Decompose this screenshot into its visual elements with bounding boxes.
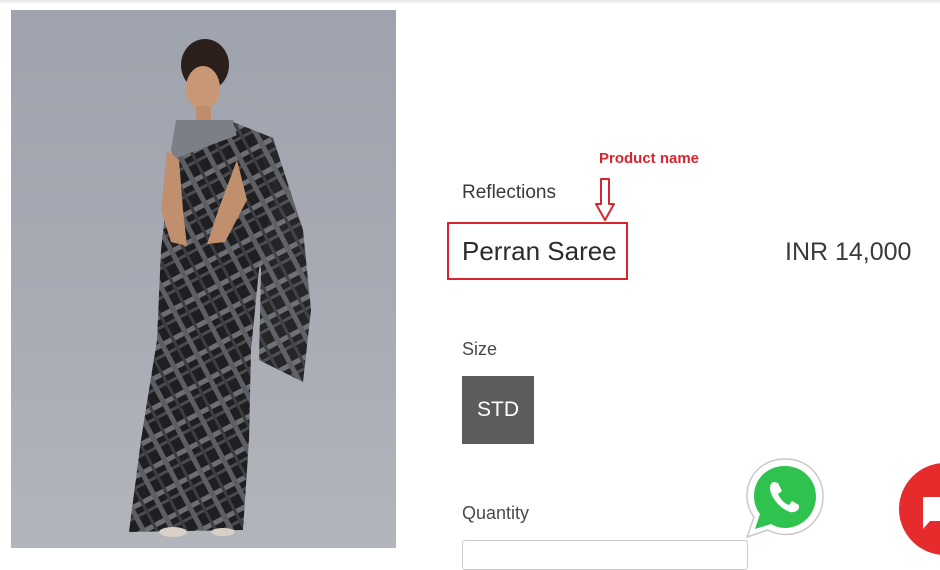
product-price: INR 14,000 [785,238,912,266]
size-option-std[interactable]: STD [462,376,534,444]
arrow-down-icon [595,178,615,221]
quantity-input[interactable] [462,540,748,570]
size-label: Size [462,339,498,359]
quantity-label: Quantity [462,503,530,523]
annotation-label: Product name [599,150,700,167]
whatsapp-icon[interactable] [741,455,829,543]
product-brand[interactable]: Reflections [462,182,556,204]
saree-model-illustration [129,39,311,537]
product-image[interactable] [11,10,396,548]
header-divider [0,0,940,4]
chat-icon[interactable] [898,462,940,555]
product-name: Perran Saree [462,236,617,266]
